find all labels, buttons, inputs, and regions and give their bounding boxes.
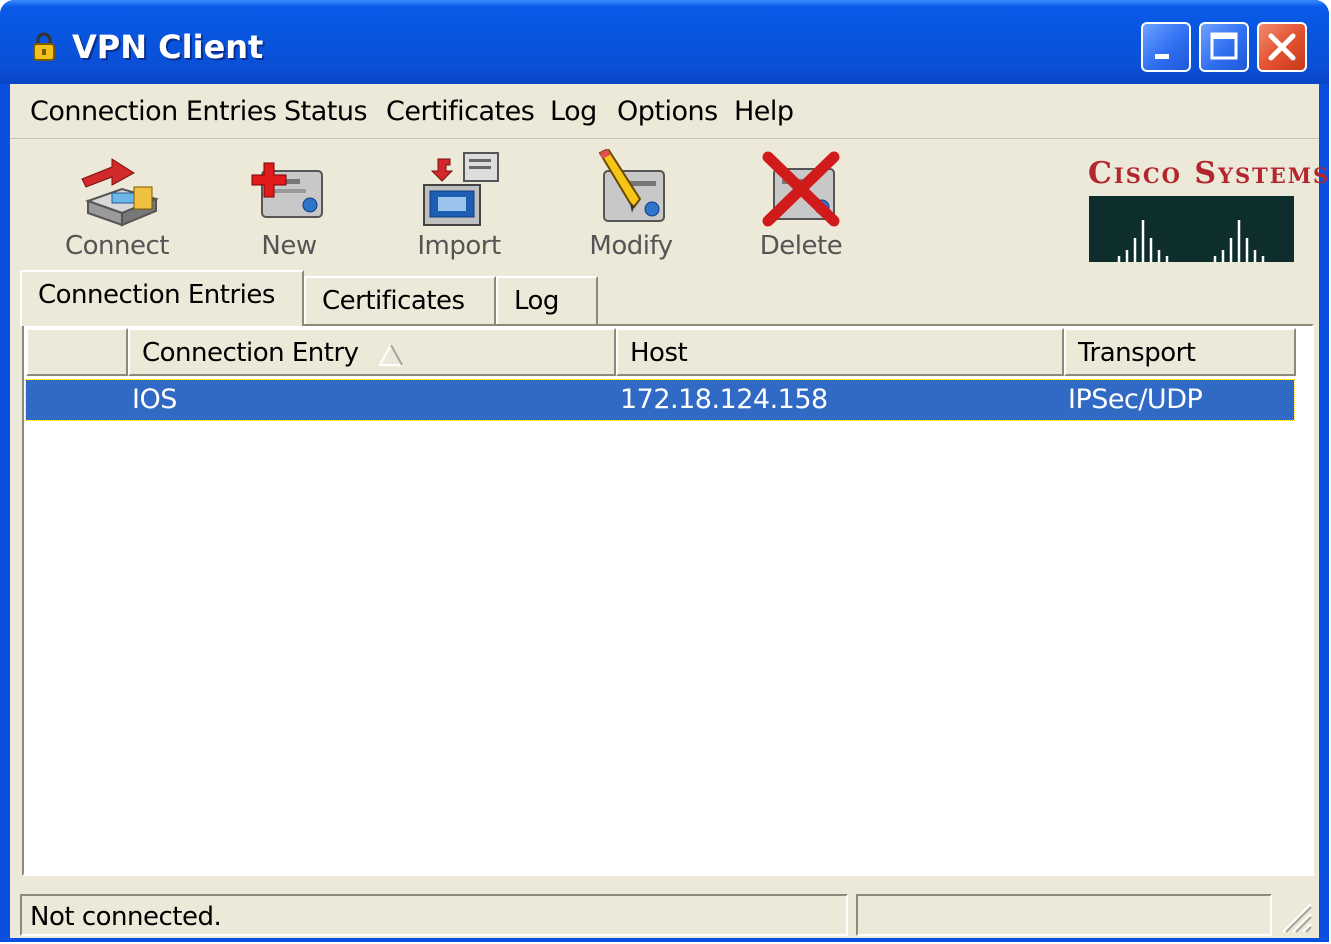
tab-strip: Connection Entries Certificates Log: [20, 270, 1310, 326]
column-header-host[interactable]: Host: [616, 328, 1064, 376]
import-button[interactable]: Import: [384, 149, 534, 269]
column-header-transport[interactable]: Transport: [1064, 328, 1296, 376]
cisco-systems-logo: Cisco Systems: [1088, 156, 1328, 266]
import-icon: [423, 152, 499, 226]
status-text: Not connected.: [20, 894, 848, 936]
table-row[interactable]: IOS 172.18.124.158 IPSec/UDP: [25, 379, 1295, 421]
connection-entries-list[interactable]: Connection Entry Host Transport IOS 172.…: [22, 324, 1314, 876]
vpn-client-window: VPN Client Connection Entries Status Cer…: [0, 0, 1329, 942]
window-title: VPN Client: [72, 28, 264, 66]
cisco-logo-text: Cisco Systems: [1088, 156, 1329, 191]
tab-certificates[interactable]: Certificates: [304, 276, 496, 324]
connect-icon: [81, 158, 160, 227]
menu-options[interactable]: Options: [617, 96, 718, 127]
column-header-connection-entry[interactable]: Connection Entry: [128, 328, 616, 376]
maximize-icon: [1210, 32, 1238, 60]
title-bar[interactable]: VPN Client: [0, 0, 1329, 84]
menu-status[interactable]: Status: [284, 96, 368, 127]
menu-help[interactable]: Help: [734, 96, 794, 127]
menu-certificates[interactable]: Certificates: [386, 96, 535, 127]
new-entry-icon: [251, 162, 323, 218]
row-host: 172.18.124.158: [620, 384, 828, 415]
cisco-bridge-icon: [1089, 196, 1294, 262]
modify-label: Modify: [589, 231, 673, 261]
connect-label: Connect: [64, 231, 170, 261]
delete-label: Delete: [759, 231, 843, 261]
close-button[interactable]: [1257, 22, 1307, 72]
window-client-area: Connection Entries Status Certificates L…: [10, 84, 1328, 938]
delete-button[interactable]: Delete: [726, 149, 876, 269]
modify-button[interactable]: Modify: [556, 149, 706, 269]
menu-connection-entries[interactable]: Connection Entries: [30, 96, 277, 127]
connect-button[interactable]: Connect: [42, 149, 192, 269]
menu-bar: Connection Entries Status Certificates L…: [10, 84, 1319, 139]
new-button[interactable]: New: [214, 149, 364, 269]
row-connection-entry: IOS: [132, 384, 177, 415]
tab-connection-entries[interactable]: Connection Entries: [20, 270, 304, 326]
padlock-icon: [33, 32, 55, 61]
status-secondary-pane: [856, 894, 1272, 936]
new-label: New: [261, 231, 317, 261]
import-label: Import: [417, 231, 501, 261]
delete-icon: [762, 151, 840, 227]
row-transport: IPSec/UDP: [1068, 384, 1203, 415]
minimize-icon: [1155, 54, 1169, 59]
modify-icon: [598, 149, 665, 222]
table-header: Connection Entry Host Transport: [24, 326, 1300, 378]
close-icon: [1268, 33, 1296, 61]
sort-ascending-icon: [378, 342, 404, 366]
column-header-connection-entry-label: Connection Entry: [142, 338, 359, 368]
column-header-blank[interactable]: [26, 328, 128, 376]
status-bar: Not connected.: [10, 890, 1319, 938]
resize-grip-icon[interactable]: [1277, 898, 1313, 934]
maximize-button[interactable]: [1199, 22, 1249, 72]
tab-log[interactable]: Log: [496, 276, 598, 324]
minimize-button[interactable]: [1141, 22, 1191, 72]
menu-log[interactable]: Log: [550, 96, 597, 127]
